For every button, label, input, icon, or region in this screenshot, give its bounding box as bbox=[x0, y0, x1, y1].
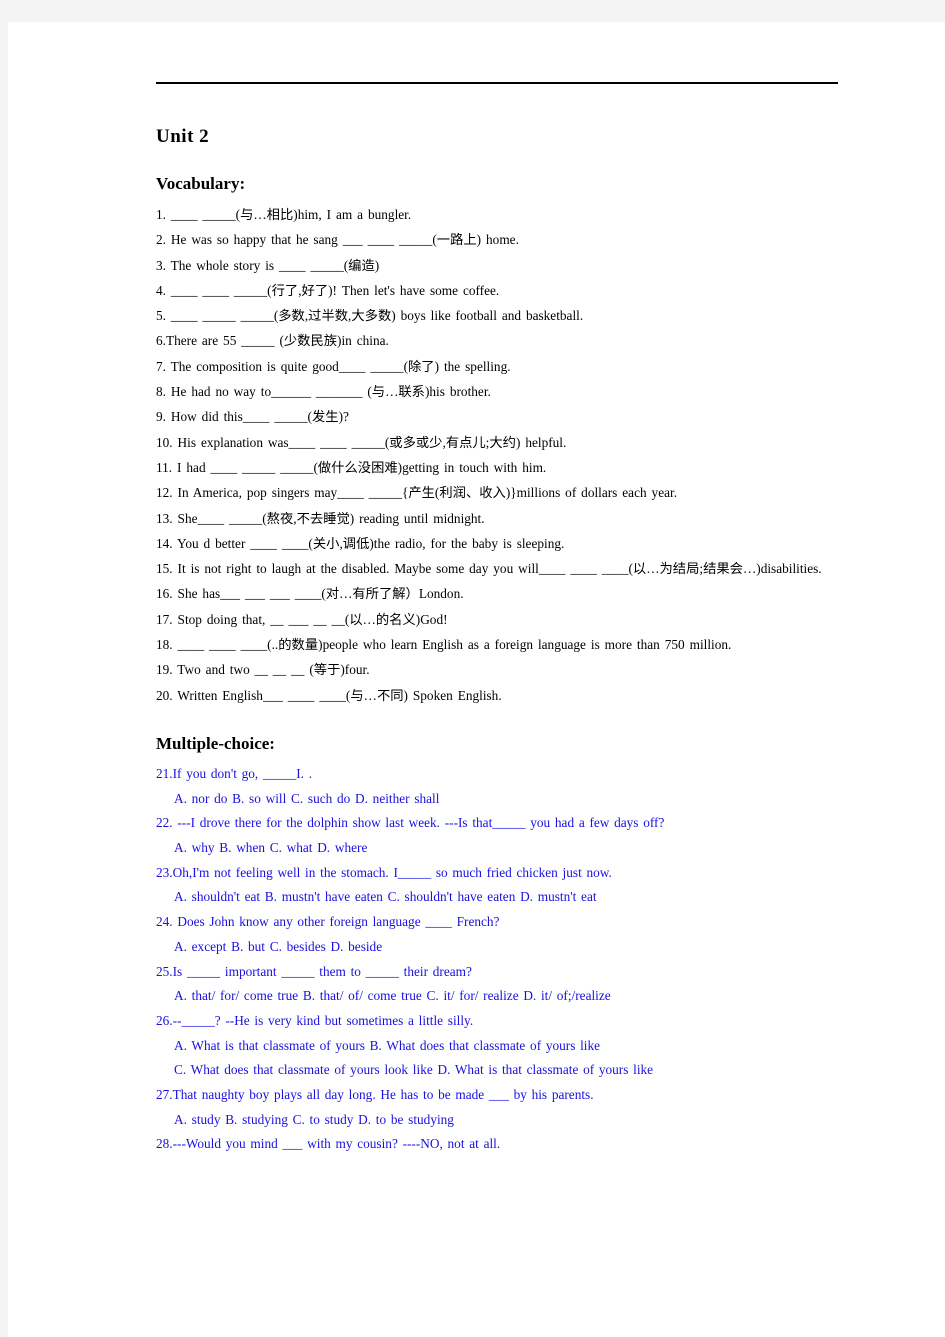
mc-question-stem: 27.That naughty boy plays all day long. … bbox=[156, 1087, 594, 1103]
section-heading-vocabulary: Vocabulary: bbox=[156, 174, 246, 193]
vocabulary-list: 1. ____ _____(与…相比)him, I am a bungler. … bbox=[148, 202, 838, 708]
vocabulary-item: 20. Written English___ ____ ____(与…不同) S… bbox=[156, 687, 502, 703]
vocabulary-item: 10. His explanation was____ ____ _____(或… bbox=[156, 434, 567, 450]
vocabulary-item: 19. Two and two __ __ __ (等于)four. bbox=[156, 662, 370, 678]
vocabulary-item: 8. He had no way to______ _______ (与…联系)… bbox=[156, 384, 491, 400]
vocabulary-item: 13. She____ _____(熬夜,不去睡觉) reading until… bbox=[156, 510, 485, 526]
vocabulary-item: 7. The composition is quite good____ ___… bbox=[156, 358, 511, 374]
vocabulary-item: 4. ____ ____ _____(行了,好了)! Then let's ha… bbox=[156, 282, 500, 298]
mc-question-stem: 23.Oh,I'm not feeling well in the stomac… bbox=[156, 864, 612, 880]
vocabulary-item: 11. I had ____ _____ _____(做什么没困难)gettin… bbox=[156, 459, 547, 475]
mc-question-options: A. shouldn't eat B. mustn't have eaten C… bbox=[174, 889, 597, 905]
header-rule bbox=[156, 82, 838, 84]
vocabulary-item: 9. How did this____ _____(发生)? bbox=[156, 409, 349, 425]
mc-question-stem: 28.---Would you mind ___ with my cousin?… bbox=[156, 1136, 501, 1152]
document-body: Unit 2 Vocabulary: 1. ____ _____(与…相比)hi… bbox=[148, 82, 838, 1157]
vocabulary-item: 17. Stop doing that, __ ___ __ __(以…的名义)… bbox=[156, 611, 448, 627]
mc-question-options: A. that/ for/ come true B. that/ of/ com… bbox=[174, 988, 611, 1004]
multiple-choice-list: 21.If you don't go, _____I. . A. nor do … bbox=[148, 762, 838, 1157]
vocabulary-item: 1. ____ _____(与…相比)him, I am a bungler. bbox=[156, 207, 412, 222]
page-title: Unit 2 bbox=[156, 126, 210, 147]
vocabulary-item: 15. It is not right to laugh at the disa… bbox=[156, 561, 822, 577]
mc-question-options: A. why B. when C. what D. where bbox=[174, 840, 368, 856]
mc-question-stem: 24. Does John know any other foreign lan… bbox=[156, 914, 500, 930]
mc-question-options: A. except B. but C. besides D. beside bbox=[174, 938, 383, 954]
section-heading-multiple-choice: Multiple-choice: bbox=[156, 733, 275, 753]
mc-question-stem: 21.If you don't go, _____I. . bbox=[156, 765, 313, 781]
document-page: Unit 2 Vocabulary: 1. ____ _____(与…相比)hi… bbox=[8, 22, 945, 1337]
vocabulary-item: 6.There are 55 _____ (少数民族)in china. bbox=[156, 333, 389, 349]
vocabulary-item: 16. She has___ ___ ___ ____(对…有所了解）Londo… bbox=[156, 586, 464, 602]
mc-question-stem: 26.--_____? --He is very kind but someti… bbox=[156, 1012, 474, 1028]
mc-question-options: A. nor do B. so will C. such do D. neith… bbox=[174, 790, 440, 806]
mc-question-stem: 25.Is _____ important _____ them to ____… bbox=[156, 963, 472, 979]
mc-question-options: A. study B. studying C. to study D. to b… bbox=[174, 1111, 454, 1127]
vocabulary-item: 5. ____ _____ _____(多数,过半数,大多数) boys lik… bbox=[156, 308, 584, 324]
vocabulary-item: 14. You d better ____ ____(关小,调低)the rad… bbox=[156, 535, 565, 551]
vocabulary-item: 12. In America, pop singers may____ ____… bbox=[156, 485, 678, 501]
vocabulary-item: 2. He was so happy that he sang ___ ____… bbox=[156, 232, 519, 248]
mc-question-stem: 22. ---I drove there for the dolphin sho… bbox=[156, 815, 665, 831]
vocabulary-item: 18. ____ ____ ____(..的数量)people who lear… bbox=[156, 637, 732, 653]
vocabulary-item: 3. The whole story is ____ _____(编造) bbox=[156, 257, 380, 273]
mc-question-options: C. What does that classmate of yours loo… bbox=[174, 1062, 654, 1078]
mc-question-options: A. What is that classmate of yours B. Wh… bbox=[174, 1037, 601, 1053]
